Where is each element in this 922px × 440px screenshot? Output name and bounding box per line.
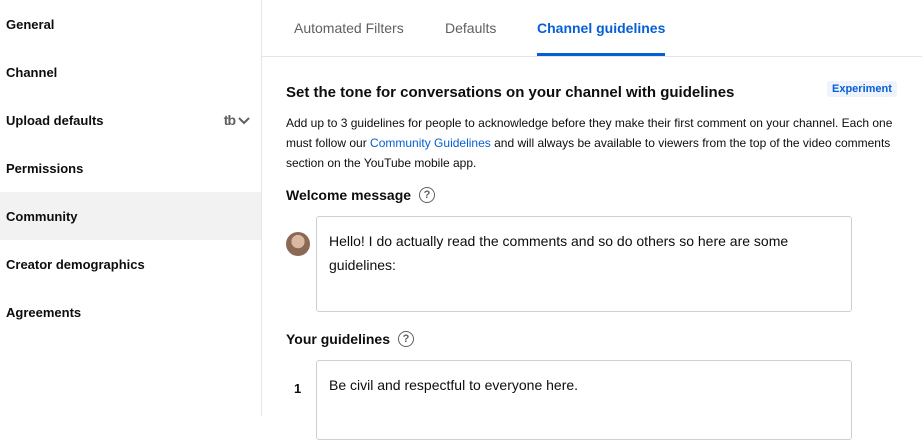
welcome-message-value: Hello! I do actually read the comments a… bbox=[329, 233, 789, 273]
avatar bbox=[286, 232, 310, 256]
sidebar-item-creator-demographics[interactable]: Creator demographics bbox=[0, 240, 261, 288]
sidebar-item-label: Creator demographics bbox=[6, 256, 145, 272]
welcome-label-text: Welcome message bbox=[286, 187, 412, 203]
tab-automated-filters[interactable]: Automated Filters bbox=[294, 0, 404, 56]
page-title: Set the tone for conversations on your c… bbox=[286, 84, 735, 101]
sidebar-item-agreements[interactable]: Agreements bbox=[0, 288, 261, 336]
help-icon[interactable]: ? bbox=[397, 331, 414, 347]
sidebar-item-label: Upload defaults bbox=[6, 112, 104, 128]
sidebar-item-community[interactable]: Community bbox=[0, 192, 261, 240]
tab-defaults[interactable]: Defaults bbox=[445, 0, 496, 56]
chevron-down-icon[interactable] bbox=[237, 113, 251, 127]
active-tab-indicator bbox=[537, 53, 666, 56]
guideline-input-1[interactable]: Be civil and respectful to everyone here… bbox=[316, 360, 852, 440]
tab-label: Channel guidelines bbox=[537, 20, 666, 36]
tab-bar: Automated Filters Defaults Channel guide… bbox=[262, 0, 922, 57]
sidebar-item-label: General bbox=[6, 16, 55, 32]
tab-label: Defaults bbox=[445, 20, 497, 36]
sidebar-item-label: Community bbox=[6, 208, 78, 224]
guideline-number: 1 bbox=[294, 381, 302, 396]
sidebar-item-channel[interactable]: Channel bbox=[0, 48, 261, 96]
welcome-message-input[interactable]: Hello! I do actually read the comments a… bbox=[316, 216, 852, 312]
sidebar-item-label: Agreements bbox=[6, 304, 82, 320]
sidebar-item-label: Channel bbox=[6, 64, 58, 80]
sidebar-item-upload-defaults[interactable]: Upload defaults tb bbox=[0, 96, 261, 144]
guidelines-label-text: Your guidelines bbox=[286, 331, 390, 347]
your-guidelines-label: Your guidelines ? bbox=[286, 331, 414, 347]
experiment-badge: Experiment bbox=[827, 81, 897, 97]
guideline-value: Be civil and respectful to everyone here… bbox=[329, 377, 579, 393]
guidelines-description: Add up to 3 guidelines for people to ack… bbox=[286, 113, 896, 173]
welcome-message-label: Welcome message ? bbox=[286, 187, 436, 203]
sidebar-item-general[interactable]: General bbox=[0, 0, 261, 48]
help-icon[interactable]: ? bbox=[419, 187, 436, 203]
community-guidelines-link[interactable]: Community Guidelines bbox=[370, 136, 491, 150]
settings-sidebar: General Channel Upload defaults tb Permi… bbox=[0, 0, 262, 416]
tab-label: Automated Filters bbox=[294, 20, 404, 36]
upload-defaults-trailing: tb bbox=[224, 112, 251, 128]
tb-icon: tb bbox=[223, 112, 236, 128]
sidebar-item-permissions[interactable]: Permissions bbox=[0, 144, 261, 192]
tab-channel-guidelines[interactable]: Channel guidelines bbox=[537, 0, 666, 56]
sidebar-item-label: Permissions bbox=[6, 160, 84, 176]
